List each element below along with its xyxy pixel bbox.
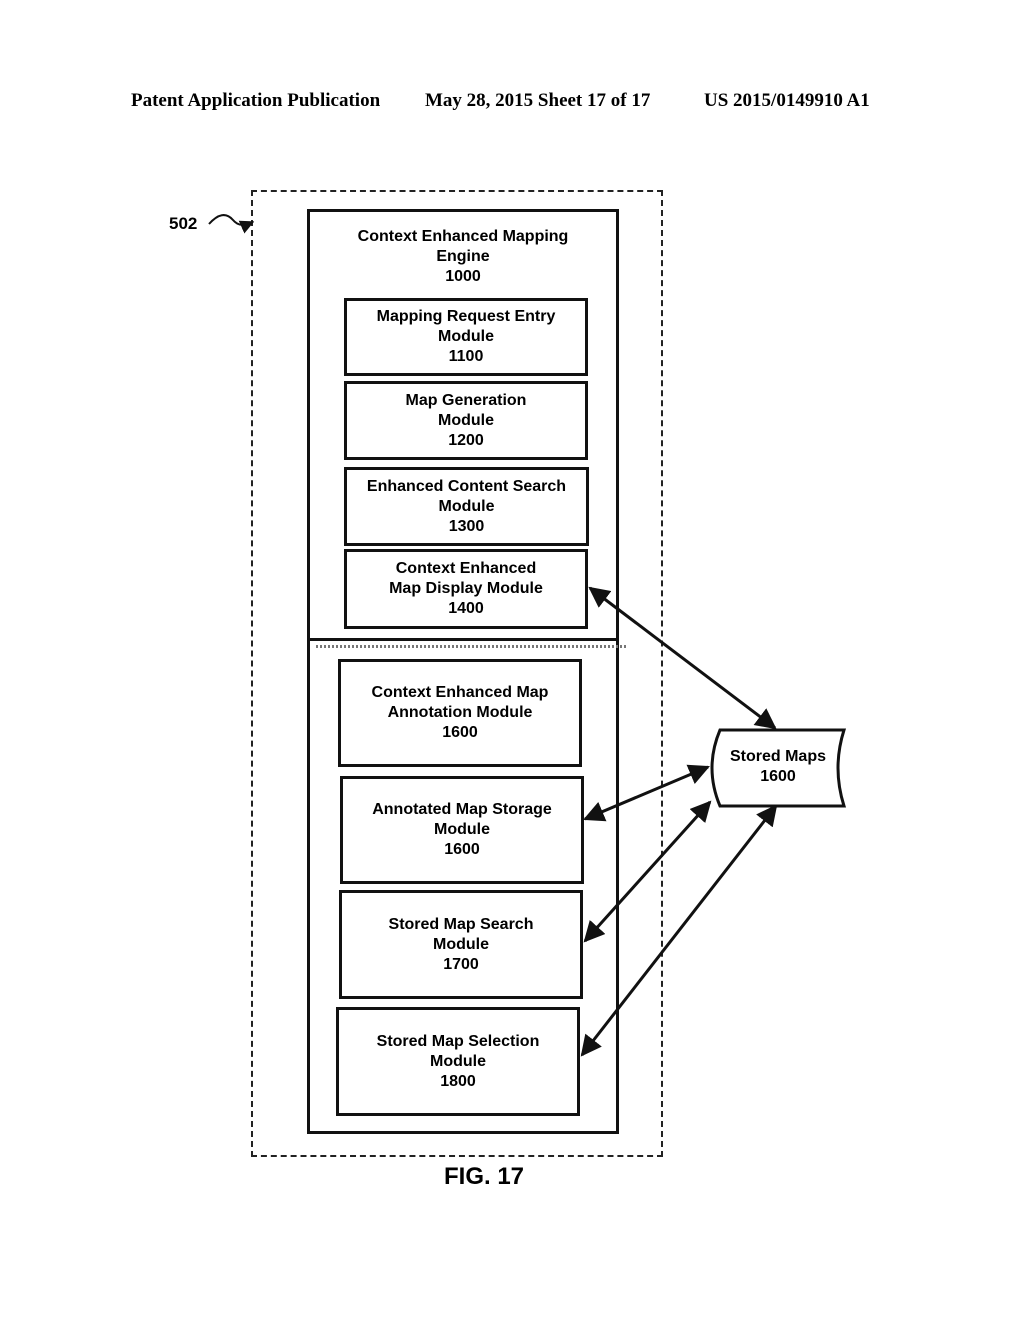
arrow-map-selection-to-stored-maps bbox=[580, 804, 778, 1057]
reference-leader-502 bbox=[208, 214, 255, 234]
stored-maps-number: 1600 bbox=[760, 768, 796, 785]
connectors-layer bbox=[208, 214, 847, 1057]
stored-maps-title: Stored Maps bbox=[729, 748, 826, 765]
arrow-annotated-storage-to-stored-maps bbox=[583, 764, 710, 822]
arrow-map-display-to-stored-maps bbox=[588, 586, 777, 730]
arrow-map-search-to-stored-maps bbox=[583, 800, 712, 943]
figure-caption: FIG. 17 bbox=[444, 1163, 525, 1190]
stored-maps-label: Stored Maps 1600 bbox=[716, 747, 840, 787]
